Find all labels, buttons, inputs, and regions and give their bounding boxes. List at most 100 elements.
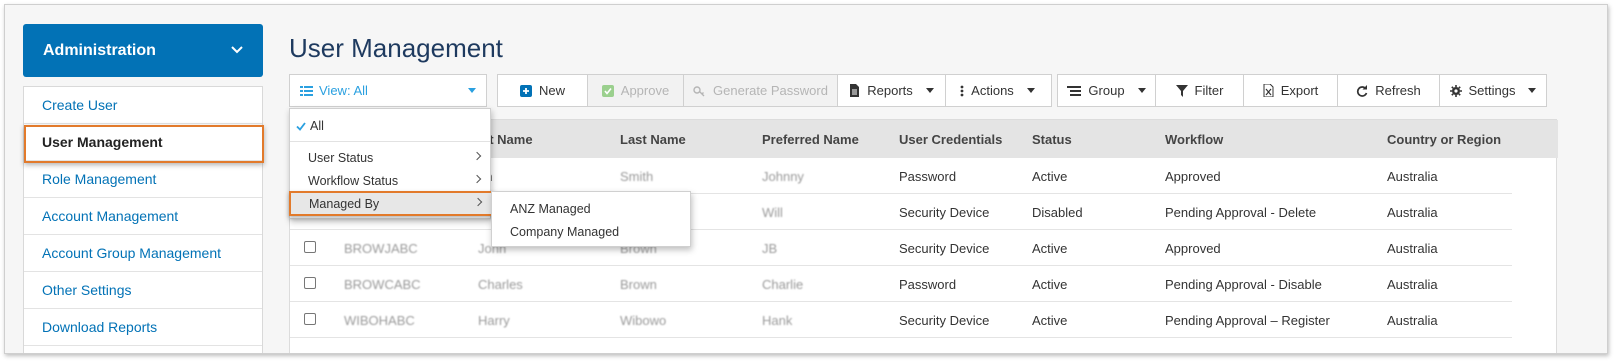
country-cell: Australia [1387,313,1438,328]
preferred-name-cell: Johnny [762,169,804,184]
sidebar-item-role-management[interactable]: Role Management [24,161,262,198]
workflow-cell: Approved [1165,241,1221,256]
sidebar-item-label: Create User [42,97,118,113]
user-id-cell: WIBOHABC [344,313,415,328]
sidebar-item-label: Account Group Management [42,245,221,261]
document-icon [850,84,860,97]
actions-button[interactable]: Actions [946,75,1049,106]
page-title: User Management [289,33,503,63]
workflow-cell: Pending Approval – Register [1165,313,1330,328]
check-icon [601,84,614,97]
group-button[interactable]: Group [1058,75,1156,106]
menu-item-managed-by[interactable]: Managed By [289,191,494,216]
refresh-button-label: Refresh [1375,83,1421,98]
view-dropdown-label: View: All [319,83,368,98]
caret-down-icon [1026,88,1035,93]
actions-button-label: Actions [971,83,1014,98]
credentials-cell: Password [899,169,957,184]
table-row[interactable]: BROWJABC John Brown JB Security Device A… [290,230,1512,266]
table-row[interactable]: WIBOHABC Harry Wibowo Hank Security Devi… [290,302,1512,338]
first-name-cell: Harry [478,313,510,328]
workflow-cell: Pending Approval - Disable [1165,277,1322,292]
reports-button[interactable]: Reports [838,75,946,106]
preferred-name-cell: Hank [762,313,793,328]
preferred-name-cell: Charlie [762,277,804,292]
group-list-icon [1067,85,1082,96]
sidebar-item-label: Other Settings [42,282,132,298]
menu-item-workflow-status[interactable]: Workflow Status [290,170,490,192]
app-frame: Administration Create User User Manageme… [4,4,1608,354]
sidebar-item-label: Role Management [42,171,157,187]
generate-password-button[interactable]: Generate Password [684,75,838,106]
filter-button[interactable]: Filter [1156,75,1244,106]
sidebar-item-download-reports[interactable]: Download Reports [24,309,262,346]
plus-icon [519,84,532,97]
row-checkbox[interactable] [304,277,316,289]
column-header-country-region[interactable]: Country or Region [1387,132,1501,147]
submenu-item-anz-managed[interactable]: ANZ Managed [510,202,591,216]
settings-button[interactable]: Settings [1440,75,1546,106]
menu-item-label: User Status [308,151,374,165]
submenu-item-company-managed[interactable]: Company Managed [510,225,619,239]
sidebar-item-account-group-management[interactable]: Account Group Management [24,235,262,272]
country-cell: Australia [1387,169,1438,184]
sidebar-item-other-settings[interactable]: Other Settings [24,272,262,309]
administration-title: Administration [43,41,156,59]
first-name-cell: Charles [478,277,523,292]
toolbar-group-actions: New Approve Generate Password Reports Ac… [497,74,1052,107]
active-item-highlight [24,125,264,163]
column-header-preferred-name[interactable]: Preferred Name [762,132,859,147]
caret-down-icon [1528,88,1537,93]
view-dropdown[interactable]: View: All [289,74,487,107]
refresh-button[interactable]: Refresh [1338,75,1440,106]
generate-password-label: Generate Password [713,83,828,98]
caret-down-icon [925,88,934,93]
table-row[interactable]: BROWCABC Charles Brown Charlie Password … [290,266,1512,302]
managed-by-submenu: ANZ Managed Company Managed [491,191,691,247]
status-cell: Active [1032,313,1068,328]
group-button-label: Group [1088,83,1125,98]
status-cell: Active [1032,277,1068,292]
gear-icon [1449,84,1462,97]
column-header-user-credentials[interactable]: User Credentials [899,132,1002,147]
caret-down-icon [1137,88,1146,93]
export-button-label: Export [1280,83,1319,98]
approve-button[interactable]: Approve [588,75,684,106]
list-icon [300,85,313,96]
check-icon [296,121,306,131]
chevron-right-icon [472,151,482,161]
export-button[interactable]: Export [1244,75,1338,106]
workflow-cell: Pending Approval - Delete [1165,205,1317,220]
last-name-cell: Smith [620,169,654,184]
status-cell: Active [1032,241,1068,256]
status-cell: Active [1032,169,1068,184]
menu-item-all[interactable]: All [290,115,490,137]
column-header-status[interactable]: Status [1032,132,1072,147]
menu-item-user-status[interactable]: User Status [290,147,490,169]
last-name-cell: Wibowo [620,313,667,328]
sidebar-item-account-management[interactable]: Account Management [24,198,262,235]
preferred-name-cell: Will [762,205,783,220]
chevron-down-icon [231,46,243,54]
credentials-cell: Password [899,277,957,292]
row-checkbox[interactable] [304,313,316,325]
menu-item-managed-by-inner: Managed By [291,193,491,214]
country-cell: Australia [1387,277,1438,292]
credentials-cell: Security Device [899,241,990,256]
column-header-workflow[interactable]: Workflow [1165,132,1223,147]
column-header-last-name[interactable]: Last Name [620,132,686,147]
sidebar-item-label: Account Management [42,208,179,224]
new-button[interactable]: New [498,75,588,106]
chevron-right-icon [473,197,483,207]
key-icon [693,85,705,96]
row-checkbox[interactable] [304,241,316,253]
administration-header[interactable]: Administration [23,24,263,77]
new-button-label: New [538,83,565,98]
status-cell: Disabled [1032,205,1083,220]
more-vertical-icon [960,85,964,96]
reports-button-label: Reports [867,83,913,98]
user-id-cell: BROWCABC [344,277,421,292]
filter-button-label: Filter [1194,83,1224,98]
refresh-icon [1357,84,1368,97]
sidebar-item-create-user[interactable]: Create User [24,87,262,124]
